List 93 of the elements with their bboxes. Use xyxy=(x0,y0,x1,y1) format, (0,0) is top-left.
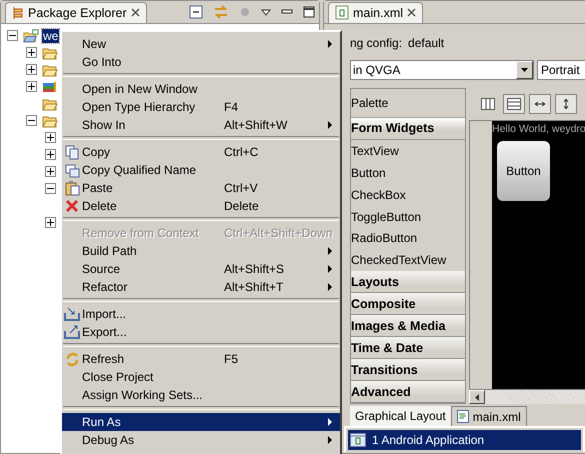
menu-item[interactable]: Paste Ctrl+V xyxy=(62,179,340,197)
rows-toggle[interactable] xyxy=(503,94,525,114)
menu-item[interactable]: Refactor Alt+Shift+T xyxy=(62,278,340,296)
folder-icon xyxy=(42,114,58,128)
copy-icon xyxy=(64,144,80,160)
palette-widget[interactable]: ToggleButton xyxy=(351,206,465,228)
refresh-icon xyxy=(64,352,80,366)
delete-icon xyxy=(65,199,79,213)
menu-item[interactable]: Copy Ctrl+C xyxy=(62,143,340,161)
fill-width-toggle[interactable] xyxy=(529,94,551,114)
folder-icon xyxy=(42,46,58,60)
xml-file-icon xyxy=(456,410,469,423)
palette-category[interactable]: Transitions xyxy=(351,359,465,382)
columns-icon xyxy=(481,98,495,110)
dropdown-arrow-icon xyxy=(521,68,528,72)
palette-category[interactable]: Advanced xyxy=(351,381,465,403)
menu-item[interactable]: Close Project xyxy=(62,368,340,386)
menu-item[interactable]: Debug As xyxy=(62,431,340,449)
tree-item[interactable]: we xyxy=(42,28,60,42)
palette-widget[interactable]: CheckBox xyxy=(351,184,465,206)
folder-icon xyxy=(42,96,58,110)
device-dropdown[interactable]: in QVGA xyxy=(350,60,534,80)
editor-bottom-tab[interactable]: main.xml xyxy=(452,406,527,426)
expand-icon[interactable] xyxy=(26,64,37,75)
editor-bottom-tab[interactable]: Graphical Layout xyxy=(350,406,452,426)
palette-category[interactable]: Time & Date xyxy=(351,337,465,360)
paste-icon xyxy=(64,180,80,196)
books-icon xyxy=(42,80,58,94)
palette-category[interactable]: Layouts xyxy=(351,271,465,294)
expand-icon[interactable] xyxy=(45,166,56,177)
menu-item[interactable]: Show In Alt+Shift+W xyxy=(62,116,340,134)
palette-category[interactable]: Images & Media xyxy=(351,315,465,338)
menu-item[interactable]: Assign Working Sets... xyxy=(62,386,340,404)
submenu-arrow-icon xyxy=(328,40,332,48)
close-icon[interactable] xyxy=(130,8,140,17)
expand-icon[interactable] xyxy=(45,149,56,160)
palette-widget[interactable]: CheckedTextView xyxy=(351,249,465,272)
android-app-icon xyxy=(350,433,366,447)
menu-item[interactable]: Delete Delete xyxy=(62,197,340,215)
menu-item[interactable]: Copy Qualified Name xyxy=(62,161,340,179)
palette-category[interactable]: Form Widgets xyxy=(351,118,465,140)
menu-item[interactable]: Open in New Window xyxy=(62,80,340,98)
menu-item[interactable]: Export... xyxy=(62,323,340,341)
orientation-dropdown[interactable]: Portrait xyxy=(537,60,585,80)
fill-height-toggle[interactable] xyxy=(555,94,577,114)
folder-icon xyxy=(42,62,58,76)
expand-icon[interactable] xyxy=(45,132,56,143)
palette-widget[interactable]: TextView xyxy=(351,140,465,162)
palette-widget[interactable]: Button xyxy=(351,162,465,184)
expand-icon[interactable] xyxy=(26,81,37,92)
minimize-icon[interactable] xyxy=(281,8,293,16)
horizontal-scrollbar[interactable] xyxy=(469,390,585,404)
import-icon xyxy=(64,307,80,321)
menu-item[interactable]: Import... xyxy=(62,305,340,323)
preview-button[interactable]: Button xyxy=(497,141,550,201)
android-file-icon xyxy=(335,5,349,20)
copy-icon xyxy=(64,162,80,178)
config-label: ng config: xyxy=(350,36,402,50)
rows-icon xyxy=(507,98,521,110)
menu-item[interactable]: Source Alt+Shift+S xyxy=(62,260,340,278)
menu-item[interactable]: Go Into xyxy=(62,53,340,71)
scroll-left-icon[interactable] xyxy=(475,394,479,400)
submenu-arrow-icon xyxy=(328,283,332,291)
menu-item[interactable]: Run As xyxy=(62,413,340,431)
expand-icon[interactable] xyxy=(45,217,56,228)
hello-text: Hello World, weydro xyxy=(492,123,585,135)
menu-item[interactable]: Refresh F5 xyxy=(62,350,340,368)
menu-item[interactable]: 1 Android Application xyxy=(348,430,581,450)
project-folder-icon xyxy=(23,28,39,42)
menu-item[interactable]: New xyxy=(62,35,340,53)
close-icon[interactable] xyxy=(407,8,416,17)
collapse-icon[interactable] xyxy=(26,115,37,126)
submenu-arrow-icon xyxy=(328,418,332,426)
submenu-arrow-icon xyxy=(328,436,332,444)
editor-tab[interactable]: main.xml xyxy=(328,2,424,22)
palette-title: Palette xyxy=(351,96,388,110)
package-icon xyxy=(12,6,24,20)
panel-tab[interactable]: Package Explorer xyxy=(5,2,147,22)
collapse-all-icon[interactable] xyxy=(189,5,203,19)
menu-item[interactable]: Open Type Hierarchy F4 xyxy=(62,98,340,116)
submenu-arrow-icon xyxy=(328,247,332,255)
menu-item[interactable]: Build Path xyxy=(62,242,340,260)
export-icon xyxy=(64,325,80,339)
maximize-icon[interactable] xyxy=(303,6,315,18)
config-value: default xyxy=(408,36,444,50)
submenu-arrow-icon xyxy=(328,121,332,129)
palette-widget[interactable]: RadioButton xyxy=(351,228,465,250)
palette-category[interactable]: Composite xyxy=(351,293,465,316)
submenu-arrow-icon xyxy=(328,265,332,273)
collapse-icon[interactable] xyxy=(45,183,56,194)
view-menu-icon[interactable] xyxy=(261,8,271,16)
expand-icon[interactable] xyxy=(26,47,37,58)
collapse-icon[interactable] xyxy=(7,30,18,41)
